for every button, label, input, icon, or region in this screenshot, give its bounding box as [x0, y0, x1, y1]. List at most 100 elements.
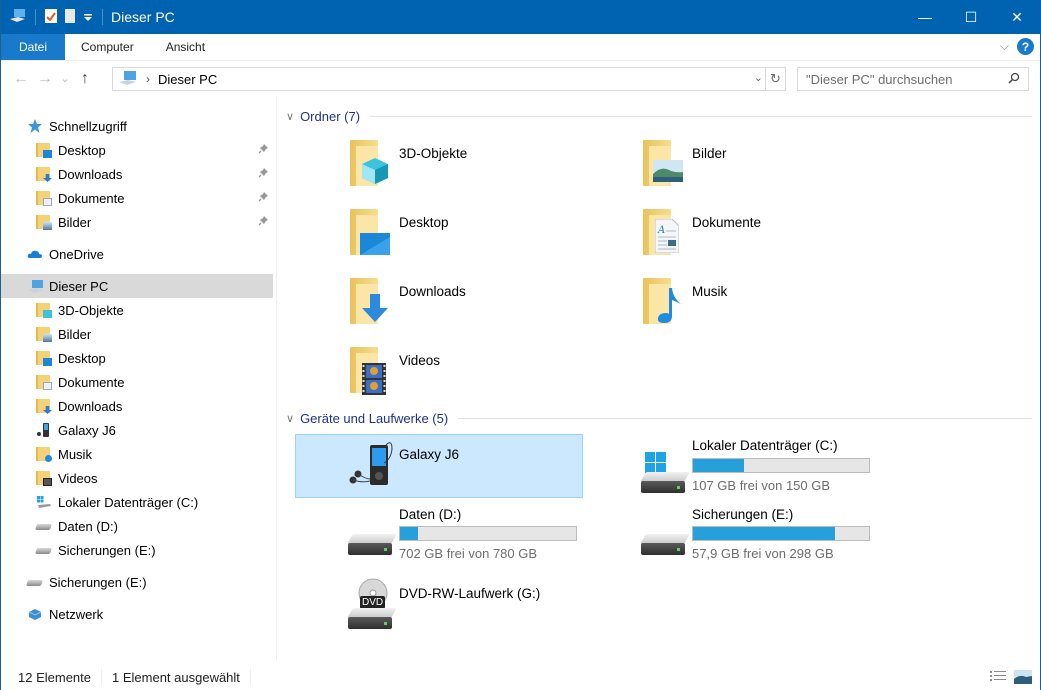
group-header-ordner[interactable]: ∨ Ordner (7) [286, 106, 1032, 126]
folder-tile-downloads[interactable]: Downloads [296, 272, 584, 336]
folder-name: Downloads [399, 284, 466, 299]
sidebar-item-label: Netzwerk [49, 606, 104, 622]
pin-icon[interactable] [258, 167, 269, 181]
drive-icon [640, 508, 690, 558]
device-tile-galaxy-j6[interactable]: Galaxy J6 [295, 434, 583, 498]
sidebar-item-bilder[interactable]: Bilder [1, 322, 273, 346]
drive-icon [25, 574, 44, 590]
status-bar: 12 Elemente 1 Element ausgewählt [1, 664, 1040, 690]
expand-ribbon-icon[interactable]: ⌵ [1000, 39, 1009, 54]
sidebar-item-desktop[interactable]: Desktop [1, 346, 273, 370]
tab-ansicht[interactable]: Ansicht [150, 34, 221, 60]
sidebar-item-onedrive[interactable]: OneDrive [1, 242, 273, 266]
sidebar-item-videos[interactable]: Videos [1, 466, 273, 490]
sidebar-item-downloads[interactable]: Downloads [1, 162, 273, 186]
sidebar-item-dieser-pc[interactable]: Dieser PC [1, 274, 273, 298]
device-name: Sicherungen (E:) [692, 507, 794, 522]
maximize-button[interactable]: ☐ [948, 0, 994, 34]
new-folder-icon[interactable] [64, 8, 76, 27]
breadcrumb-chevron-icon[interactable]: › [146, 72, 150, 86]
navigation-pane: Schnellzugriff Desktop Downloads Dokumen… [1, 96, 277, 660]
device-name: DVD-RW-Laufwerk (G:) [399, 586, 541, 601]
large-icons-view-icon[interactable] [1014, 670, 1032, 687]
forward-button[interactable]: → [33, 70, 57, 88]
documents-folder-icon [36, 374, 52, 390]
selection-count: 1 Element ausgewählt [112, 669, 240, 685]
customize-dropdown-icon[interactable] [82, 8, 94, 27]
sidebar-item-dokumente[interactable]: Dokumente [1, 370, 273, 394]
sidebar-item-label: Sicherungen (E:) [58, 542, 156, 558]
sidebar-item-desktop[interactable]: Desktop [1, 138, 273, 162]
address-bar[interactable]: › Dieser PC ⌄ ↻ [112, 67, 786, 91]
search-input[interactable]: "Dieser PC" durchsuchen [797, 67, 1029, 91]
minimize-button[interactable]: — [902, 0, 948, 34]
address-dropdown-icon[interactable]: ⌄ [754, 71, 763, 84]
free-space-text: 57,9 GB frei von 298 GB [692, 546, 834, 561]
divider [370, 115, 1032, 117]
close-button[interactable]: ✕ [994, 0, 1040, 34]
computer-icon [118, 70, 138, 89]
breadcrumb-dieser-pc[interactable]: Dieser PC [158, 72, 217, 87]
sidebar-item-label: Desktop [58, 350, 106, 366]
sidebar-item-downloads[interactable]: Downloads [1, 394, 273, 418]
media-player-icon [348, 439, 396, 489]
desktop-folder-icon [36, 142, 52, 158]
computer-icon [9, 8, 27, 27]
desktop-folder-icon [348, 207, 396, 257]
3d-objects-folder-icon [36, 302, 52, 318]
folder-tile-desktop[interactable]: Desktop [296, 203, 584, 267]
device-tile-lokaler-datentraeger-c[interactable]: Lokaler Datenträger (C:) 107 GB frei von… [589, 434, 877, 498]
search-icon[interactable] [1008, 72, 1020, 87]
folder-tile-bilder[interactable]: Bilder [589, 134, 877, 198]
sidebar-item-netzwerk[interactable]: Netzwerk [1, 602, 273, 626]
sidebar-item-label: OneDrive [49, 246, 104, 262]
window-title: Dieser PC [111, 9, 175, 25]
capacity-fill [693, 527, 835, 540]
sidebar-item-sicherungen-e[interactable]: Sicherungen (E:) [1, 538, 273, 562]
desktop-folder-icon [36, 350, 52, 366]
sidebar-item-dokumente[interactable]: Dokumente [1, 186, 273, 210]
capacity-bar [692, 458, 870, 473]
folder-tile-3d-objekte[interactable]: 3D-Objekte [296, 134, 584, 198]
capacity-fill [400, 527, 418, 540]
svg-text:A: A [657, 225, 665, 236]
pin-icon[interactable] [258, 215, 269, 229]
capacity-bar [399, 526, 577, 541]
sidebar-item-galaxy-j6[interactable]: Galaxy J6 [1, 418, 273, 442]
folder-tile-videos[interactable]: Videos [296, 341, 584, 405]
sidebar-item-label: Sicherungen (E:) [49, 574, 147, 590]
sidebar-item-lokaler-datentraeger-c[interactable]: Lokaler Datenträger (C:) [1, 490, 273, 514]
tab-computer[interactable]: Computer [65, 34, 150, 60]
back-button[interactable]: ← [9, 70, 33, 88]
sidebar-item-3d-objekte[interactable]: 3D-Objekte [1, 298, 273, 322]
folder-name: Dokumente [692, 215, 762, 230]
pin-icon[interactable] [258, 143, 269, 157]
pictures-folder-icon [641, 138, 689, 188]
device-tile-dvd-rw-g[interactable]: DVD DVD-RW-Laufwerk (G:) [296, 574, 584, 638]
sidebar-item-daten-d[interactable]: Daten (D:) [1, 514, 273, 538]
documents-folder-icon [36, 190, 52, 206]
sidebar-item-schnellzugriff[interactable]: Schnellzugriff [1, 114, 273, 138]
properties-icon[interactable] [44, 8, 58, 27]
details-view-icon[interactable] [990, 670, 1006, 687]
free-space-text: 702 GB frei von 780 GB [399, 546, 538, 561]
group-header-label: Geräte und Laufwerke (5) [300, 410, 449, 426]
sidebar-item-musik[interactable]: Musik [1, 442, 273, 466]
sidebar-item-bilder[interactable]: Bilder [1, 210, 273, 234]
chevron-down-icon[interactable]: ∨ [286, 412, 294, 425]
device-tile-sicherungen-e[interactable]: Sicherungen (E:) 57,9 GB frei von 298 GB [589, 504, 877, 568]
device-tile-daten-d[interactable]: Daten (D:) 702 GB frei von 780 GB [296, 504, 584, 568]
pin-icon[interactable] [258, 191, 269, 205]
folder-name: 3D-Objekte [399, 146, 468, 161]
sidebar-item-sicherungen-e-root[interactable]: Sicherungen (E:) [1, 570, 273, 594]
help-icon[interactable]: ? [1017, 38, 1034, 55]
tab-datei[interactable]: Datei [1, 34, 65, 60]
recent-locations-button[interactable]: ⌄ [57, 72, 73, 85]
folder-tile-musik[interactable]: Musik [589, 272, 877, 336]
chevron-down-icon[interactable]: ∨ [286, 110, 294, 123]
folder-tile-dokumente[interactable]: A Dokumente [589, 203, 877, 267]
group-header-geraete[interactable]: ∨ Geräte und Laufwerke (5) [286, 408, 1032, 428]
dvd-drive-icon: DVD [347, 578, 397, 629]
up-button[interactable]: ↑ [73, 70, 97, 88]
refresh-button[interactable]: ↻ [765, 68, 785, 90]
